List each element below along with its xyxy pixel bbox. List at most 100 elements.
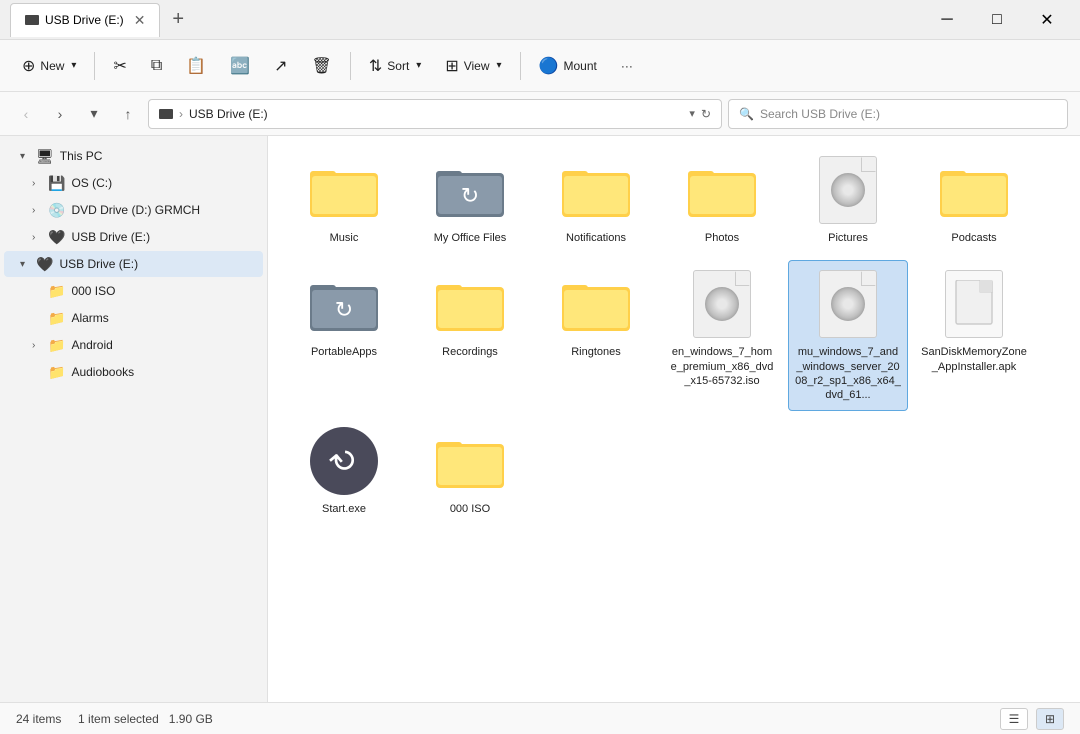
- file-item[interactable]: Photos: [662, 146, 782, 254]
- sort-button[interactable]: ⇅ Sort ▾: [359, 48, 431, 84]
- file-item[interactable]: ↻ My Office Files: [410, 146, 530, 254]
- rename-button[interactable]: 🔤: [220, 48, 260, 84]
- svg-text:↻: ↻: [335, 297, 353, 322]
- sidebar-item-label: OS (C:): [71, 176, 112, 190]
- sidebar-item-label: Alarms: [71, 311, 108, 325]
- address-bar: ‹ › ▾ ↑ › USB Drive (E:) ▾ ↻ 🔍 Search US…: [0, 92, 1080, 136]
- new-caret-icon: ▾: [71, 60, 76, 71]
- file-item[interactable]: SanDiskMemoryZone_AppInstaller.apk: [914, 260, 1034, 411]
- address-field[interactable]: › USB Drive (E:) ▾ ↻: [148, 99, 722, 129]
- mount-label: Mount: [563, 59, 596, 73]
- sidebar-item-audiobooks[interactable]: 📁 Audiobooks: [4, 359, 263, 385]
- copy-button[interactable]: ⧉: [141, 48, 172, 84]
- folder-icon: [436, 277, 504, 331]
- list-view-toggle[interactable]: ☰: [1000, 708, 1028, 730]
- refresh-button[interactable]: ↻: [701, 107, 711, 121]
- file-icon-wrap: [561, 269, 631, 339]
- file-item[interactable]: Podcasts: [914, 146, 1034, 254]
- share-button[interactable]: ↗: [264, 48, 297, 84]
- expand-icon: ▾: [20, 259, 32, 270]
- more-button[interactable]: ···: [611, 48, 643, 84]
- file-label: en_windows_7_home_premium_x86_dvd_x15-65…: [669, 345, 775, 388]
- exe-file-icon: ↻: [310, 427, 378, 495]
- expand-icon: ›: [32, 178, 44, 189]
- sidebar-item-this-pc[interactable]: ▾ 🖥 This PC: [4, 143, 263, 169]
- file-label: Photos: [705, 231, 739, 245]
- folder-icon: [562, 277, 630, 331]
- status-bar: 24 items 1 item selected 1.90 GB ☰ ⊞: [0, 702, 1080, 734]
- tab-label: USB Drive (E:): [45, 13, 124, 27]
- sidebar-item-label: Audiobooks: [71, 365, 134, 379]
- paste-button[interactable]: 📋: [176, 48, 216, 84]
- mount-button[interactable]: 🔵 Mount: [529, 48, 607, 84]
- usb-icon: 🖤: [48, 229, 65, 246]
- folder-dark-icon: ↻: [436, 163, 504, 217]
- file-icon-wrap: ↻: [309, 426, 379, 496]
- new-tab-button[interactable]: +: [164, 4, 192, 35]
- new-label: New: [40, 59, 64, 73]
- file-label: Notifications: [566, 231, 626, 245]
- file-item[interactable]: Pictures: [788, 146, 908, 254]
- sidebar-item-label: USB Drive (E:): [71, 230, 150, 244]
- grid-view-toggle[interactable]: ⊞: [1036, 708, 1064, 730]
- file-item[interactable]: ↻ Start.exe: [284, 417, 404, 525]
- folder-icon: 📁: [48, 364, 65, 381]
- minimize-button[interactable]: ─: [924, 4, 970, 36]
- file-icon-wrap: [435, 426, 505, 496]
- sidebar-item-000-iso[interactable]: 📁 000 ISO: [4, 278, 263, 304]
- disc-file-icon: [819, 156, 877, 224]
- sidebar-item-label: Android: [71, 338, 112, 352]
- file-icon-wrap: [561, 155, 631, 225]
- active-tab[interactable]: USB Drive (E:) ✕: [10, 3, 160, 37]
- file-label: Pictures: [828, 231, 868, 245]
- file-icon-wrap: ↻: [309, 269, 379, 339]
- view-button[interactable]: ⊞ View ▾: [435, 48, 511, 84]
- expand-icon: ›: [32, 205, 44, 216]
- back-button[interactable]: ‹: [12, 100, 40, 128]
- sidebar-item-usb-drive[interactable]: ▾ 🖤 USB Drive (E:): [4, 251, 263, 277]
- file-item[interactable]: en_windows_7_home_premium_x86_dvd_x15-65…: [662, 260, 782, 411]
- file-item-selected[interactable]: mu_windows_7_and_windows_server_2008_r2_…: [788, 260, 908, 411]
- cut-button[interactable]: ✂: [103, 48, 136, 84]
- folder-icon: [940, 163, 1008, 217]
- content-area: Music ↻ My Office Files: [268, 136, 1080, 702]
- sidebar-item-label: DVD Drive (D:) GRMCH: [71, 203, 200, 217]
- file-label: 000 ISO: [450, 502, 490, 516]
- tab-close-button[interactable]: ✕: [134, 12, 146, 29]
- file-item[interactable]: Notifications: [536, 146, 656, 254]
- search-icon: 🔍: [739, 107, 754, 121]
- file-item[interactable]: Music: [284, 146, 404, 254]
- sort-caret-icon: ▾: [416, 60, 421, 71]
- sidebar-item-usb-drive-child[interactable]: › 🖤 USB Drive (E:): [4, 224, 263, 250]
- file-label: Start.exe: [322, 502, 366, 516]
- folder-icon: [562, 163, 630, 217]
- disc-icon: [831, 173, 865, 207]
- expand-icon: ›: [32, 232, 44, 243]
- sidebar-item-dvd-drive[interactable]: › 💿 DVD Drive (D:) GRMCH: [4, 197, 263, 223]
- file-item[interactable]: 000 ISO: [410, 417, 530, 525]
- disc-icon: [705, 287, 739, 321]
- address-separator: ›: [179, 107, 183, 121]
- window-controls: ─ □ ✕: [924, 4, 1070, 36]
- file-grid: Music ↻ My Office Files: [284, 146, 1064, 526]
- maximize-button[interactable]: □: [974, 4, 1020, 36]
- forward-button[interactable]: ›: [46, 100, 74, 128]
- sidebar-item-android[interactable]: › 📁 Android: [4, 332, 263, 358]
- sidebar-item-alarms[interactable]: 📁 Alarms: [4, 305, 263, 331]
- share-icon: ↗: [274, 56, 287, 76]
- file-item[interactable]: Ringtones: [536, 260, 656, 411]
- search-field[interactable]: 🔍 Search USB Drive (E:): [728, 99, 1068, 129]
- status-info: 24 items 1 item selected 1.90 GB: [16, 712, 213, 726]
- recent-button[interactable]: ▾: [80, 100, 108, 128]
- file-label: Podcasts: [951, 231, 996, 245]
- file-item[interactable]: ↻ PortableApps: [284, 260, 404, 411]
- delete-button[interactable]: 🗑: [302, 48, 342, 84]
- title-bar: USB Drive (E:) ✕ + ─ □ ✕: [0, 0, 1080, 40]
- close-button[interactable]: ✕: [1024, 4, 1070, 36]
- up-button[interactable]: ↑: [114, 100, 142, 128]
- file-item[interactable]: Recordings: [410, 260, 530, 411]
- folder-portableapps-icon: ↻: [310, 277, 378, 331]
- sidebar-item-os-c[interactable]: › 💾 OS (C:): [4, 170, 263, 196]
- new-button[interactable]: ⊕ New ▾: [12, 48, 86, 84]
- dvd-icon: 💿: [48, 202, 65, 219]
